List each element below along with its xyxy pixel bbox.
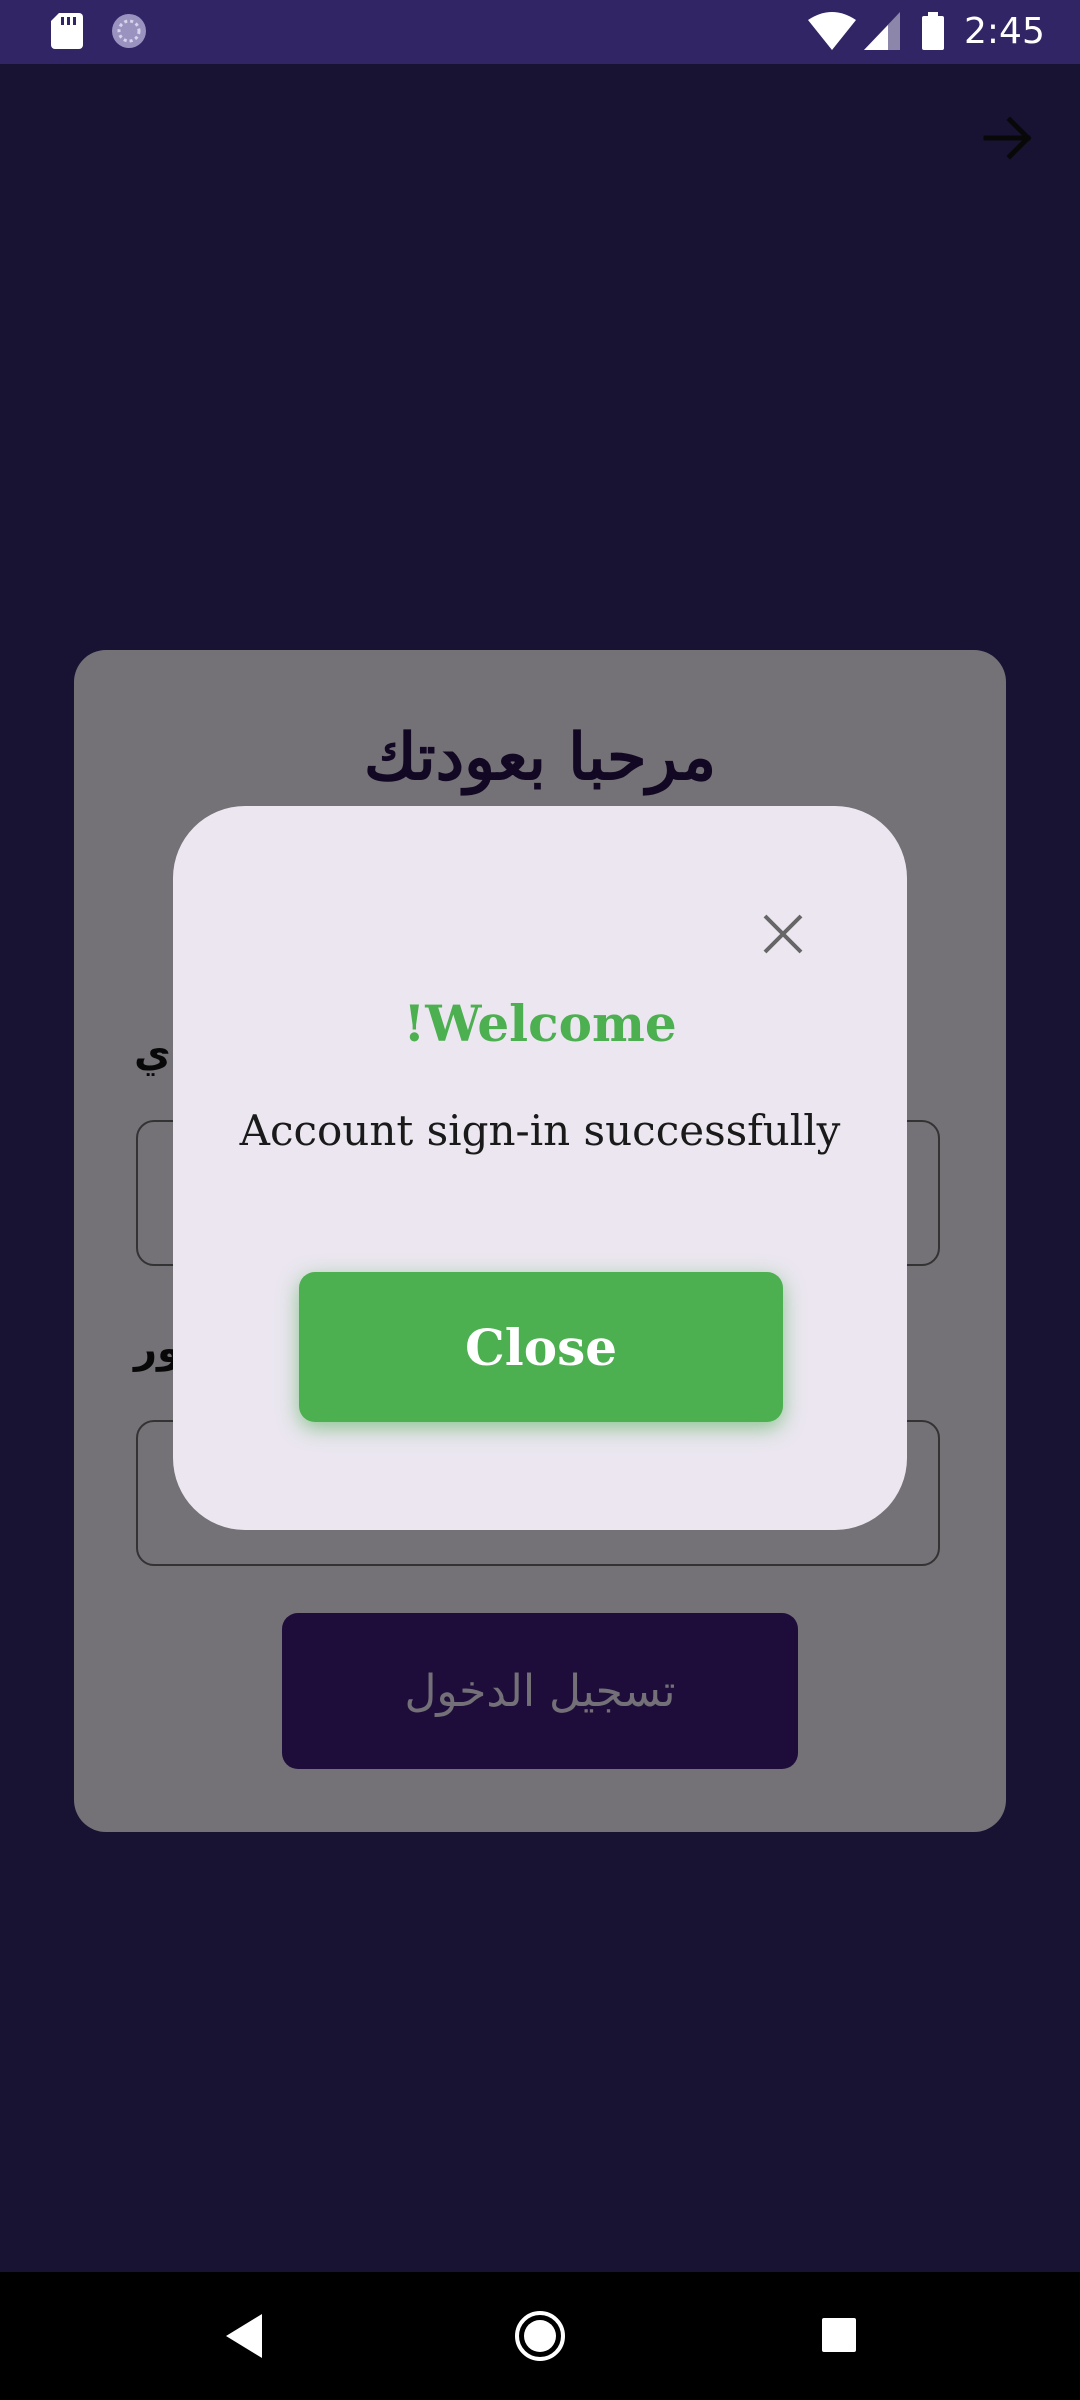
status-time: 2:45 [964, 11, 1045, 52]
navigation-bar [0, 2272, 1080, 2400]
recents-icon[interactable] [822, 2318, 856, 2352]
home-icon[interactable] [514, 2310, 566, 2362]
signal-icon [864, 12, 900, 50]
close-button[interactable]: Close [299, 1272, 783, 1422]
success-dialog: !Welcome Account sign-in successfully Cl… [173, 806, 907, 1530]
close-icon[interactable] [757, 908, 809, 960]
wifi-icon [808, 12, 856, 50]
status-bar-overlay: 2:45 [0, 0, 1080, 64]
dialog-title: !Welcome [403, 994, 677, 1053]
dialog-message: Account sign-in successfully [239, 1106, 841, 1155]
battery-icon [922, 12, 944, 50]
sync-icon [112, 14, 146, 48]
sd-card-icon [51, 13, 83, 49]
back-icon[interactable] [222, 2312, 266, 2360]
